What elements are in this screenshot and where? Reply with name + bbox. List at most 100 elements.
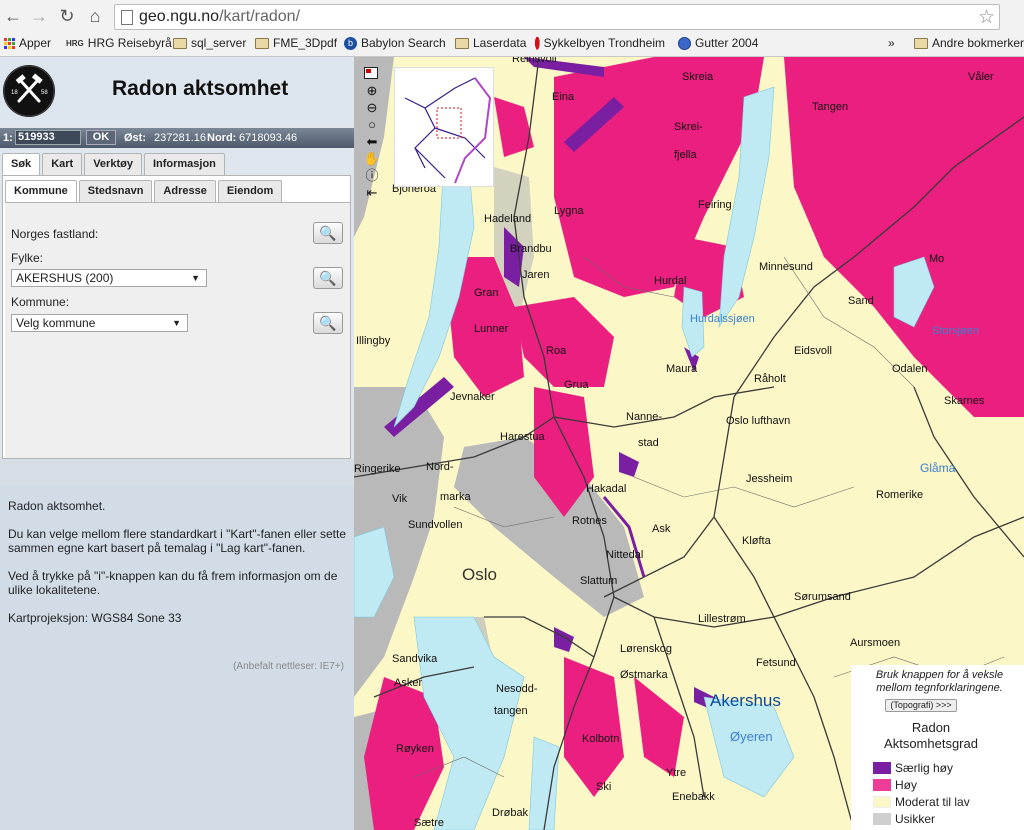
zoom-county-button[interactable]: 🔍 <box>313 267 343 289</box>
zoom-municipality-button[interactable]: 🔍 <box>313 312 343 334</box>
zoom-in-icon[interactable]: ⊕ <box>364 84 380 98</box>
pan-hand-icon[interactable]: ✋ <box>364 152 380 166</box>
place-label: Hadeland <box>484 213 532 225</box>
bookmark-gutter[interactable]: Gutter 2004 <box>678 36 758 50</box>
place-label: fjella <box>674 149 697 161</box>
place-label: Lørenskog <box>620 643 672 655</box>
county-label: Fylke: <box>11 251 44 265</box>
municipality-label: Kommune: <box>11 295 70 309</box>
tab-sok[interactable]: Søk <box>2 153 41 176</box>
place-label: Gran <box>474 287 499 299</box>
magnifier-icon: 🔍 <box>319 270 337 286</box>
place-label: Illingby <box>356 335 391 347</box>
globe-icon <box>678 36 691 50</box>
legend-toggle-button[interactable]: (Topografi) >>> <box>885 699 957 712</box>
legend-item: Høy <box>873 778 917 792</box>
scale-ok-button[interactable]: OK <box>86 130 116 145</box>
tab-kart[interactable]: Kart <box>42 153 83 175</box>
info-paragraph: Du kan velge mellom flere standardkart i… <box>8 527 347 555</box>
place-label: Fetsund <box>756 657 796 669</box>
left-panel: 18 58 Radon aktsomhet 1: 519933 OK Øst: … <box>0 57 354 830</box>
reload-icon[interactable]: ↻ <box>56 5 78 27</box>
bookmark-other[interactable]: Andre bokmerker <box>914 36 1024 50</box>
back-arrow-icon[interactable]: ⬅ <box>364 135 380 149</box>
place-label: Kløfta <box>742 535 771 547</box>
tab-informasjon[interactable]: Informasjon <box>143 153 225 175</box>
bookmarks-overflow-button[interactable]: » <box>888 36 895 50</box>
place-label: Asker <box>394 677 423 689</box>
bookmark-apper[interactable]: Apper <box>4 36 51 50</box>
info-icon[interactable]: ⓘ <box>364 169 380 183</box>
back-icon[interactable]: ← <box>2 5 24 27</box>
place-label: Eidsvoll <box>794 345 832 357</box>
home-icon[interactable]: ⌂ <box>84 5 106 27</box>
tab-kommune[interactable]: Kommune <box>5 180 77 203</box>
ngu-logo: 18 58 <box>3 65 55 117</box>
radon-map[interactable]: Reinsvoll Skreia Våler Eina Tangen Skrei… <box>354 57 1024 830</box>
place-label: Romerike <box>876 489 924 501</box>
place-label: Skreia <box>682 71 714 83</box>
zoom-extent-icon[interactable]: ○ <box>364 118 380 132</box>
folder-icon <box>455 37 469 49</box>
county-select[interactable]: AKERSHUS (200) ▼ <box>11 269 207 287</box>
panel-splitter[interactable] <box>0 459 354 485</box>
sub-tabs: Kommune Stedsnavn Adresse Eiendom <box>5 180 284 203</box>
legend-item: Særlig høy <box>873 761 953 775</box>
scale-input[interactable]: 519933 <box>15 130 81 145</box>
place-label: Ringerike <box>354 463 401 475</box>
place-label: Mo <box>929 253 945 265</box>
municipality-select[interactable]: Velg kommune ▼ <box>11 314 188 332</box>
address-bar[interactable]: geo.ngu.no/kart/radon/ ☆ <box>114 4 1000 30</box>
north-label: Nord: <box>207 132 237 144</box>
info-paragraph: Ved å trykke på "i"-knappen kan du få fr… <box>8 569 338 597</box>
folder-icon <box>173 37 187 49</box>
place-label: Nittedal <box>606 549 644 561</box>
place-label: Nanne- <box>626 411 663 423</box>
river-label: Glåma <box>920 461 956 475</box>
zoom-out-icon[interactable]: ⊖ <box>364 101 380 115</box>
place-label-large: Oslo <box>462 565 497 584</box>
lake-label: Hurdalssjøen <box>690 313 755 325</box>
bookmark-laserdata[interactable]: Laserdata <box>455 36 526 50</box>
bookmark-star-icon[interactable]: ☆ <box>978 6 995 29</box>
bookmark-hrg[interactable]: HRG HRG Reisebyrå <box>66 36 172 50</box>
place-label: Aursmoen <box>850 637 901 649</box>
place-label: Røyken <box>396 743 434 755</box>
bookmark-fme[interactable]: FME_3Dpdf <box>255 36 337 50</box>
dropdown-arrow-icon: ▼ <box>191 273 200 283</box>
bookmark-label: HRG Reisebyrå <box>87 36 172 50</box>
place-label: Roa <box>546 345 567 357</box>
east-value: 237281.16 <box>154 132 206 144</box>
place-label: Lygna <box>554 205 584 217</box>
place-label: Sandvika <box>392 653 438 665</box>
bookmark-label: Babylon Search <box>361 36 446 50</box>
place-label: Østmarka <box>620 669 668 681</box>
bookmark-babylon[interactable]: b Babylon Search <box>344 36 446 50</box>
tab-adresse[interactable]: Adresse <box>154 180 216 202</box>
east-label: Øst: <box>124 132 146 144</box>
magnifier-icon: 🔍 <box>319 225 337 241</box>
layers-icon[interactable] <box>364 67 380 81</box>
legend-item: Moderat til lav <box>873 795 970 809</box>
bookmark-label: sql_server <box>191 36 247 50</box>
overview-map[interactable] <box>394 67 494 187</box>
legend-swatch <box>873 779 891 791</box>
zoom-mainland-button[interactable]: 🔍 <box>313 222 343 244</box>
url-host: geo.ngu.no <box>139 8 220 25</box>
exit-icon[interactable]: ⇤ <box>364 186 380 200</box>
url-path: /kart/radon/ <box>219 8 301 25</box>
bookmark-sql-server[interactable]: sql_server <box>173 36 246 50</box>
tab-stedsnavn[interactable]: Stedsnavn <box>78 180 153 202</box>
bookmark-sykkelbyen[interactable]: Sykkelbyen Trondheim <box>535 36 665 50</box>
place-label: Jevnaker <box>450 391 495 403</box>
bookmark-label: Apper <box>19 36 52 50</box>
bookmark-label: Gutter 2004 <box>695 36 759 50</box>
tab-verktoy[interactable]: Verktøy <box>84 153 142 175</box>
forward-icon[interactable]: → <box>28 5 50 27</box>
svg-text:58: 58 <box>41 90 48 96</box>
legend-swatch <box>873 762 891 774</box>
map-toolbar: ⊕ ⊖ ○ ⬅ ✋ ⓘ ⇤ <box>364 67 382 200</box>
place-label: marka <box>440 491 471 503</box>
tab-eiendom[interactable]: Eiendom <box>217 180 283 202</box>
place-label: Minnesund <box>759 261 813 273</box>
